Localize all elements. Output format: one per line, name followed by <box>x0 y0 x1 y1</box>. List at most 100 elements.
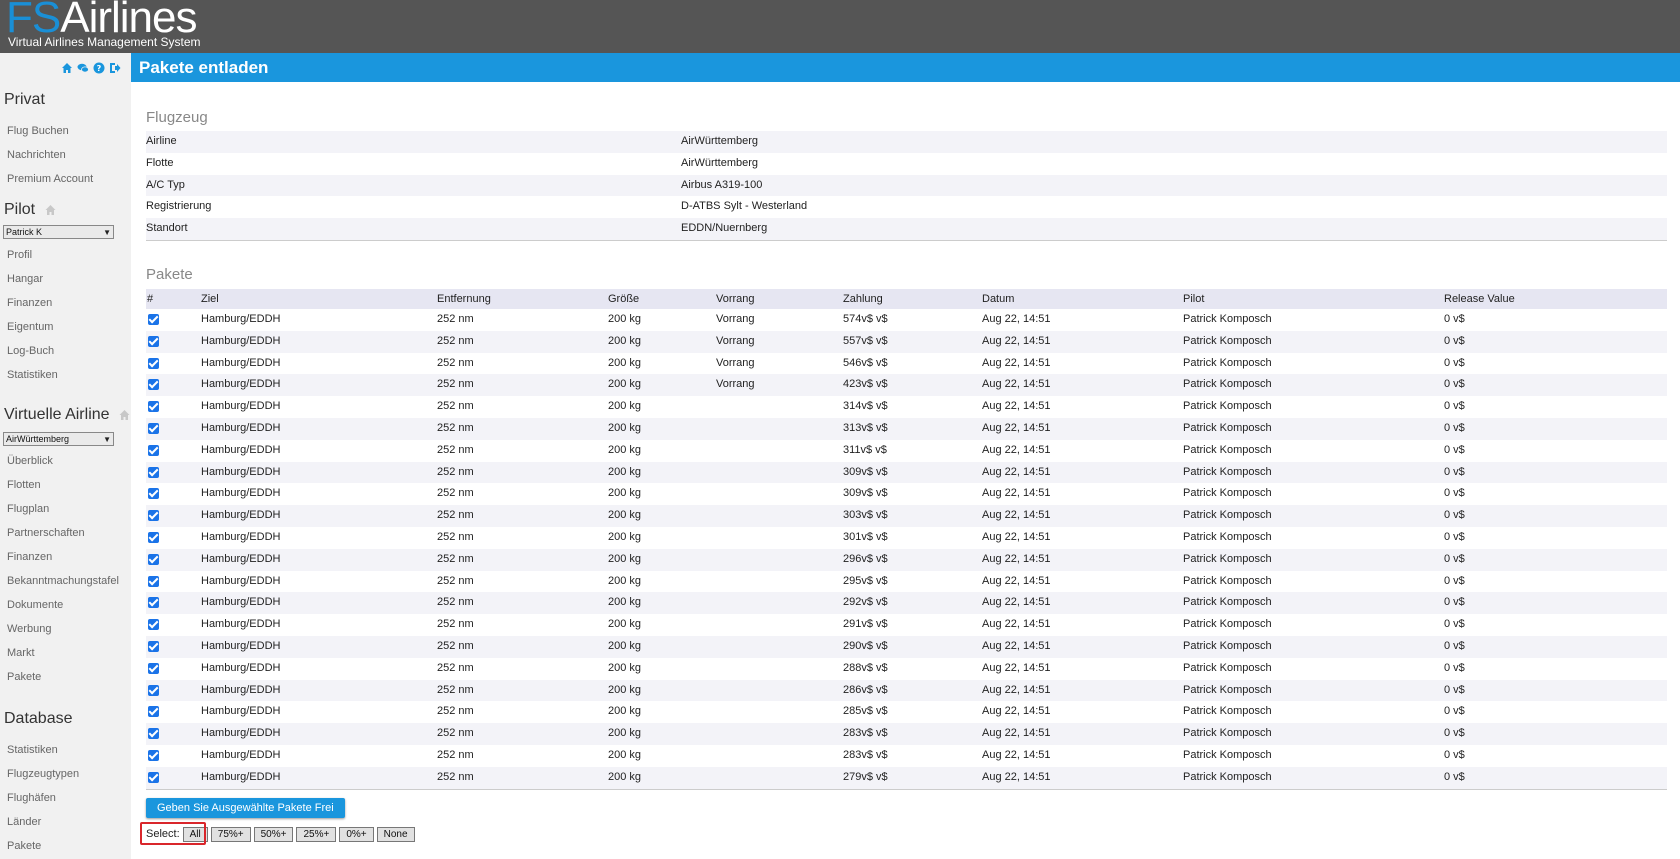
row-checkbox[interactable] <box>148 597 159 609</box>
sidebar-item-pilot-finanzen[interactable]: Finanzen <box>7 297 52 309</box>
column-header-groesse[interactable]: Größe <box>608 289 639 309</box>
cell-pilot[interactable]: Patrick Komposch <box>1183 309 1272 331</box>
sidebar-item-laender[interactable]: Länder <box>7 816 41 828</box>
row-checkbox[interactable] <box>148 749 159 761</box>
row-checkbox[interactable] <box>148 314 159 325</box>
sidebar-item-partnerschaften[interactable]: Partnerschaften <box>7 527 85 539</box>
cell-pilot[interactable]: Patrick Komposch <box>1183 462 1272 484</box>
row-checkbox[interactable] <box>148 510 159 522</box>
column-header-zahlung[interactable]: Zahlung <box>843 289 883 309</box>
help-icon[interactable]: ? <box>93 62 105 74</box>
row-checkbox[interactable] <box>148 706 159 718</box>
cell-pilot[interactable]: Patrick Komposch <box>1183 636 1272 658</box>
table-row: Hamburg/EDDH 252 nm 200 kg 303v$ v$ Aug 22, … <box>146 505 1667 527</box>
column-header-entfernung[interactable]: Entfernung <box>437 289 491 309</box>
sidebar-item-airline-finanzen[interactable]: Finanzen <box>7 551 52 563</box>
row-checkbox[interactable] <box>148 640 159 652</box>
row-checkbox[interactable] <box>148 401 159 413</box>
sidebar-item-flotten[interactable]: Flotten <box>7 479 41 491</box>
cell-pilot[interactable]: Patrick Komposch <box>1183 723 1272 745</box>
row-checkbox[interactable] <box>148 422 159 434</box>
select-50-button[interactable]: 50%+ <box>253 826 294 842</box>
select-75-button[interactable]: 75%+ <box>210 826 251 842</box>
cell-entfernung: 252 nm <box>437 443 474 456</box>
sidebar-item-nachrichten[interactable]: Nachrichten <box>7 149 66 161</box>
row-checkbox[interactable] <box>148 575 159 587</box>
cell-pilot[interactable]: Patrick Komposch <box>1183 483 1272 505</box>
chat-icon[interactable] <box>77 62 89 74</box>
home-icon[interactable] <box>61 62 73 74</box>
pilot-home-icon[interactable] <box>44 204 57 216</box>
cell-pilot[interactable]: Patrick Komposch <box>1183 440 1272 462</box>
cell-pilot[interactable]: Patrick Komposch <box>1183 680 1272 702</box>
cell-entfernung: 252 nm <box>437 552 474 565</box>
sidebar-item-eigentum[interactable]: Eigentum <box>7 321 53 333</box>
sidebar-item-dokumente[interactable]: Dokumente <box>7 599 63 611</box>
cell-pilot[interactable]: Patrick Komposch <box>1183 549 1272 571</box>
column-header-vorrang[interactable]: Vorrang <box>716 289 755 309</box>
sidebar-item-flugzeugtypen[interactable]: Flugzeugtypen <box>7 768 79 780</box>
sidebar-item-flughaefen[interactable]: Flughäfen <box>7 792 56 804</box>
cell-release-value: 0 v$ <box>1444 465 1465 478</box>
sidebar-item-werbung[interactable]: Werbung <box>7 623 51 635</box>
sidebar-item-bekanntmachungstafel[interactable]: Bekanntmachungstafel <box>7 575 119 587</box>
sidebar-item-markt[interactable]: Markt <box>7 647 35 659</box>
logo[interactable]: FSAirlines Virtual Airlines Management S… <box>6 0 201 49</box>
sidebar-item-flug-buchen[interactable]: Flug Buchen <box>7 125 69 137</box>
sidebar-item-premium-account[interactable]: Premium Account <box>7 173 93 185</box>
sidebar-item-db-pakete[interactable]: Pakete <box>7 840 41 852</box>
cell-pilot[interactable]: Patrick Komposch <box>1183 571 1272 593</box>
row-checkbox[interactable] <box>148 488 159 500</box>
select-0-button[interactable]: 0%+ <box>339 826 374 842</box>
sidebar-item-ueberblick[interactable]: Überblick <box>7 455 53 467</box>
row-checkbox[interactable] <box>148 466 159 478</box>
cell-pilot[interactable]: Patrick Komposch <box>1183 745 1272 767</box>
row-checkbox[interactable] <box>148 728 159 740</box>
row-checkbox[interactable] <box>148 771 159 783</box>
logout-icon[interactable] <box>109 62 121 74</box>
cell-pilot[interactable]: Patrick Komposch <box>1183 614 1272 636</box>
cell-pilot[interactable]: Patrick Komposch <box>1183 374 1272 396</box>
cell-groesse: 200 kg <box>608 618 642 631</box>
pilot-select[interactable]: Patrick K ▼ <box>3 225 114 239</box>
cell-pilot[interactable]: Patrick Komposch <box>1183 592 1272 614</box>
sidebar-item-pilot-statistiken[interactable]: Statistiken <box>7 369 58 381</box>
sidebar-item-db-statistiken[interactable]: Statistiken <box>7 744 58 756</box>
sidebar-item-airline-pakete[interactable]: Pakete <box>7 671 41 683</box>
cell-pilot[interactable]: Patrick Komposch <box>1183 396 1272 418</box>
cell-pilot[interactable]: Patrick Komposch <box>1183 353 1272 375</box>
select-none-button[interactable]: None <box>376 826 415 842</box>
cell-pilot[interactable]: Patrick Komposch <box>1183 767 1272 789</box>
sidebar-item-hangar[interactable]: Hangar <box>7 273 43 285</box>
cell-pilot[interactable]: Patrick Komposch <box>1183 418 1272 440</box>
select-25-button[interactable]: 25%+ <box>296 826 337 842</box>
row-checkbox[interactable] <box>148 553 159 565</box>
aircraft-row-flotte: Flotte AirWürttemberg <box>146 153 1667 175</box>
row-checkbox[interactable] <box>148 662 159 674</box>
sidebar-item-profil[interactable]: Profil <box>7 249 32 261</box>
row-checkbox[interactable] <box>148 444 159 456</box>
release-selected-button[interactable]: Geben Sie Ausgewählte Pakete Frei <box>146 798 345 818</box>
column-header-datum[interactable]: Datum <box>982 289 1014 309</box>
column-header-release-value[interactable]: Release Value <box>1444 289 1515 309</box>
cell-pilot[interactable]: Patrick Komposch <box>1183 505 1272 527</box>
row-checkbox[interactable] <box>148 531 159 543</box>
row-checkbox[interactable] <box>148 379 159 391</box>
column-header-pilot[interactable]: Pilot <box>1183 289 1204 309</box>
sidebar-item-log-buch[interactable]: Log-Buch <box>7 345 54 357</box>
cell-pilot[interactable]: Patrick Komposch <box>1183 658 1272 680</box>
sidebar-item-flugplan[interactable]: Flugplan <box>7 503 49 515</box>
cell-ziel: Hamburg/EDDH <box>201 770 281 783</box>
airline-home-icon[interactable] <box>118 409 131 421</box>
table-row: Hamburg/EDDH 252 nm 200 kg 313v$ v$ Aug 22, … <box>146 417 1667 440</box>
cell-pilot[interactable]: Patrick Komposch <box>1183 331 1272 353</box>
row-checkbox[interactable] <box>148 684 159 696</box>
cell-pilot[interactable]: Patrick Komposch <box>1183 527 1272 549</box>
table-row: Hamburg/EDDH 252 nm 200 kg 285v$ v$ Aug 22, … <box>146 701 1667 723</box>
airline-select[interactable]: AirWürttemberg ▼ <box>3 432 114 446</box>
row-checkbox[interactable] <box>148 335 159 347</box>
row-checkbox[interactable] <box>148 357 159 369</box>
row-checkbox[interactable] <box>148 619 159 631</box>
cell-pilot[interactable]: Patrick Komposch <box>1183 701 1272 723</box>
column-header-ziel[interactable]: Ziel <box>201 289 219 309</box>
